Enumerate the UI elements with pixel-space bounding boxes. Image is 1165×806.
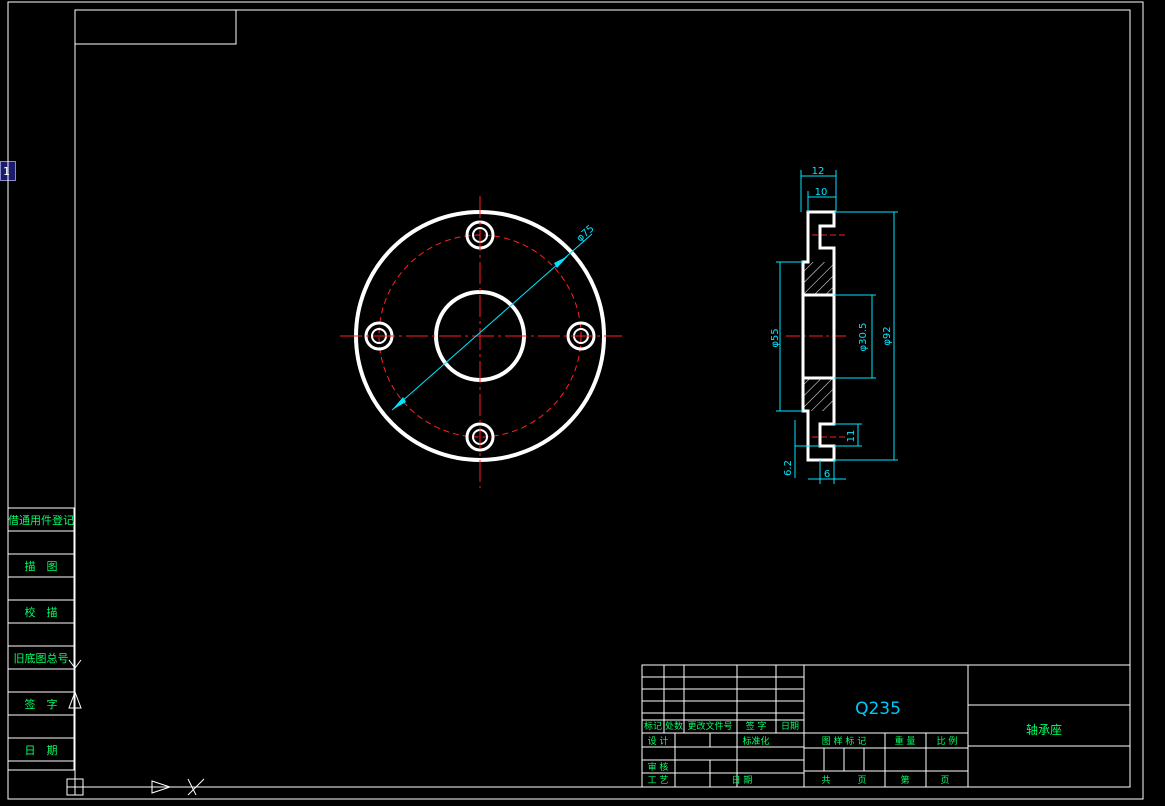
dim-d30-5: φ30.5 [858,323,869,352]
side-item-4: 签 字 [25,697,58,711]
outer-frame [7,1,1144,800]
date-label: 日 期 [732,775,753,786]
section-view: 12 10 φ55 φ30.5 φ92 11 6.2 6 [770,166,898,484]
sheet-label: 页 [857,775,866,786]
dim-12: 12 [812,166,825,177]
part-name: 轴承座 [1026,722,1062,737]
scale-label: 比 例 [937,735,958,747]
rev-header-mark: 标记 [644,720,662,732]
designer-label: 设 计 [648,735,669,747]
rev-header-sign: 签 字 [746,720,767,732]
page-label-2: 页 [940,775,949,786]
dim-10: 10 [815,187,828,198]
standardize-label: 标准化 [742,735,769,747]
rev-header-doc: 更改文件号 [687,720,732,732]
side-item-2: 校 描 [25,605,58,619]
stage-mark-label: 图 样 标 记 [822,735,867,747]
side-item-5: 日 期 [25,744,58,757]
rev-header-count: 处数 [665,720,683,732]
material-label: Q235 [855,699,901,719]
front-view: φ75 [340,196,622,488]
weight-label: 重 量 [895,735,916,747]
dim-11: 11 [846,430,857,443]
ucs-icon [66,659,205,796]
dim-6: 6 [824,469,830,480]
dim-d55: φ55 [770,328,781,347]
cad-drawing-canvas[interactable]: 借通用件登记 描 图 校 描 旧底图总号 签 字 日 期 φ75 12 10 φ… [0,0,1165,806]
side-item-0: 借通用件登记 [8,513,74,527]
dim-d92: φ92 [882,326,893,345]
dim-6-2: 6.2 [783,460,794,476]
total-label: 共 [821,775,830,786]
top-left-code-box [74,9,237,45]
side-item-3: 旧底图总号 [14,651,69,665]
rev-header-date: 日期 [781,721,799,732]
d75-label: φ75 [575,223,597,244]
side-item-1: 描 图 [25,559,58,573]
page-label: 第 [900,774,909,786]
process-label: 工 艺 [648,775,669,786]
side-panel: 借通用件登记 描 图 校 描 旧底图总号 签 字 日 期 [7,507,75,771]
review-label: 审 核 [648,761,669,773]
inner-frame [74,9,1131,788]
